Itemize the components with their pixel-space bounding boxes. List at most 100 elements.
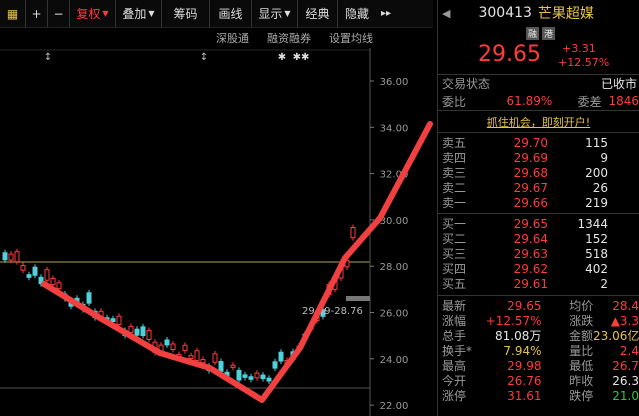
y-axis-tick-label: 34.00 xyxy=(380,123,409,134)
candle-body xyxy=(218,361,224,372)
tag-gang: 港 xyxy=(542,26,556,40)
bid-label: 买五 xyxy=(442,277,467,291)
y-axis-tick-label: 36.00 xyxy=(380,77,409,88)
stat-value: ▲3.3 xyxy=(610,313,639,328)
bid-volume: 518 xyxy=(585,246,608,261)
price-change-pct: +12.57% xyxy=(558,56,610,69)
stats-row: 今开 26.76 昨收 26.3 xyxy=(438,373,639,389)
price-change: +3.31 xyxy=(562,42,596,55)
weicha-value: 1846 xyxy=(608,94,639,108)
back-arrow-icon[interactable]: ◀ xyxy=(442,7,450,20)
kline-chart[interactable]: ↕ ↕ ✱ ✱✱ 36.0034.0032.0030.0028.0026.002… xyxy=(0,48,433,416)
bid-row: 买四 29.62 402 xyxy=(438,261,639,277)
marker-1: ↕ xyxy=(44,52,52,63)
stats-row: 涨幅 +12.57% 涨跌 ▲3.3 xyxy=(438,313,639,329)
bid-price: 29.64 xyxy=(513,231,548,246)
bid-volume: 2 xyxy=(600,276,608,291)
candle-body xyxy=(278,351,284,362)
fuquan-label: 复权 xyxy=(76,7,101,21)
huaxian-button[interactable]: 画线 xyxy=(210,0,252,27)
candle-body xyxy=(2,252,8,261)
stat-value: 29.98 xyxy=(507,358,542,373)
weibi-label: 委比 xyxy=(442,94,467,109)
candle-body xyxy=(266,377,272,382)
stat-value: 7.94% xyxy=(503,343,542,358)
trade-status-value: 已收市 xyxy=(600,77,637,91)
candle-body xyxy=(128,325,134,333)
bid-row: 买三 29.63 518 xyxy=(438,246,639,262)
candle-body xyxy=(230,364,236,368)
ask-row: 卖三 29.68 200 xyxy=(438,165,639,181)
y-axis-tick-label: 24.00 xyxy=(380,355,409,366)
zoom-out-button[interactable]: − xyxy=(48,0,70,27)
diejia-label: 叠加 xyxy=(122,7,147,21)
ask-volume: 219 xyxy=(585,195,608,210)
stat-value: 26.76 xyxy=(507,373,542,388)
tag-rong: 融 xyxy=(526,26,540,40)
chevron-down-icon: ▼ xyxy=(148,9,155,18)
quote-panel: ◀ 300413 芒果超媒 融 港 29.65 +3.31 +12.57% 交易… xyxy=(437,0,639,416)
chouma-button[interactable]: 筹码 xyxy=(162,0,210,27)
chevron-down-icon: ▼ xyxy=(284,9,291,18)
price-block: 29.65 +3.31 +12.57% xyxy=(438,40,639,74)
shengutong-link[interactable]: 深股通 xyxy=(216,30,249,46)
fuquan-dropdown[interactable]: 复权 ▼ xyxy=(70,0,116,27)
candle-body xyxy=(260,374,266,380)
bid-row: 买五 29.61 2 xyxy=(438,276,639,292)
stock-code: 300413 xyxy=(478,5,532,21)
candle-body xyxy=(182,344,188,351)
weibi-value: 61.89% xyxy=(506,94,553,108)
ask-row: 卖四 29.69 9 xyxy=(438,150,639,166)
rongzi-link[interactable]: 融资融券 xyxy=(267,30,311,46)
ask-price: 29.68 xyxy=(513,165,548,180)
cursor-price-label: 29.49-28.76 xyxy=(302,306,363,317)
ask-volume: 200 xyxy=(585,165,608,180)
stat-label: 跌停 xyxy=(569,389,594,403)
trade-status-row: 交易状态 已收市 xyxy=(438,74,639,92)
ma-settings-link[interactable]: 设置均线 xyxy=(329,30,373,46)
candle-body xyxy=(140,326,146,337)
ask-price: 29.66 xyxy=(513,195,548,210)
forward-icon[interactable]: ▸▸ xyxy=(376,0,396,27)
grid-icon[interactable]: ▦ xyxy=(0,0,26,27)
ask-price: 29.70 xyxy=(513,135,548,150)
y-axis-tick-label: 26.00 xyxy=(380,309,409,320)
diejia-dropdown[interactable]: 叠加 ▼ xyxy=(116,0,162,27)
stats-row: 总手 81.08万 金额 23.06亿 xyxy=(438,328,639,343)
open-account-link[interactable]: 抓住机会，即刻开户! xyxy=(487,114,590,130)
stats-block: 最新 29.65 均价 28.4 涨幅 +12.57% 涨跌 ▲3.3 总手 8… xyxy=(438,295,639,403)
last-price: 29.65 xyxy=(478,42,541,67)
bid-row: 买二 29.64 152 xyxy=(438,231,639,247)
stock-header: ◀ 300413 芒果超媒 xyxy=(438,0,639,26)
candle-body xyxy=(188,355,194,359)
jingdian-button[interactable]: 经典 xyxy=(298,0,338,27)
stat-value: 81.08万 xyxy=(494,329,542,343)
y-axis-tick-label: 22.00 xyxy=(380,401,409,412)
xianshi-label: 显示 xyxy=(258,7,283,21)
weicha-label: 委差 xyxy=(577,94,602,109)
stats-row: 涨停 31.61 跌停 21.0 xyxy=(438,388,639,404)
stat-value: 23.06亿 xyxy=(593,329,639,343)
bid-price: 29.61 xyxy=(513,276,548,291)
candle-body xyxy=(242,374,248,378)
xianshi-dropdown[interactable]: 显示 ▼ xyxy=(252,0,298,27)
bid-price: 29.62 xyxy=(513,261,548,276)
candle-body xyxy=(14,251,20,263)
candle-body xyxy=(44,269,50,281)
candle-body xyxy=(146,330,152,340)
chart-toolbar: ▦ + − 复权 ▼ 叠加 ▼ 筹码 画线 显示 ▼ 经典 隐藏 ▸▸ xyxy=(0,0,433,28)
yincang-button[interactable]: 隐藏 xyxy=(338,0,376,27)
bid-row: 买一 29.65 1344 xyxy=(438,216,639,232)
candle-body xyxy=(200,359,206,364)
weibi-row: 委比 61.89% 委差 1846 xyxy=(438,92,639,110)
bid-price: 29.65 xyxy=(513,216,548,231)
stat-value: 2.4 xyxy=(619,343,639,358)
candle-body xyxy=(164,339,170,346)
candle-body xyxy=(26,274,32,278)
chevron-down-icon: ▼ xyxy=(102,9,109,18)
zoom-in-button[interactable]: + xyxy=(26,0,48,27)
stock-name: 芒果超媒 xyxy=(537,6,594,22)
ask-volume: 26 xyxy=(592,180,608,195)
bid-volume: 402 xyxy=(585,261,608,276)
candle-body xyxy=(248,376,254,380)
